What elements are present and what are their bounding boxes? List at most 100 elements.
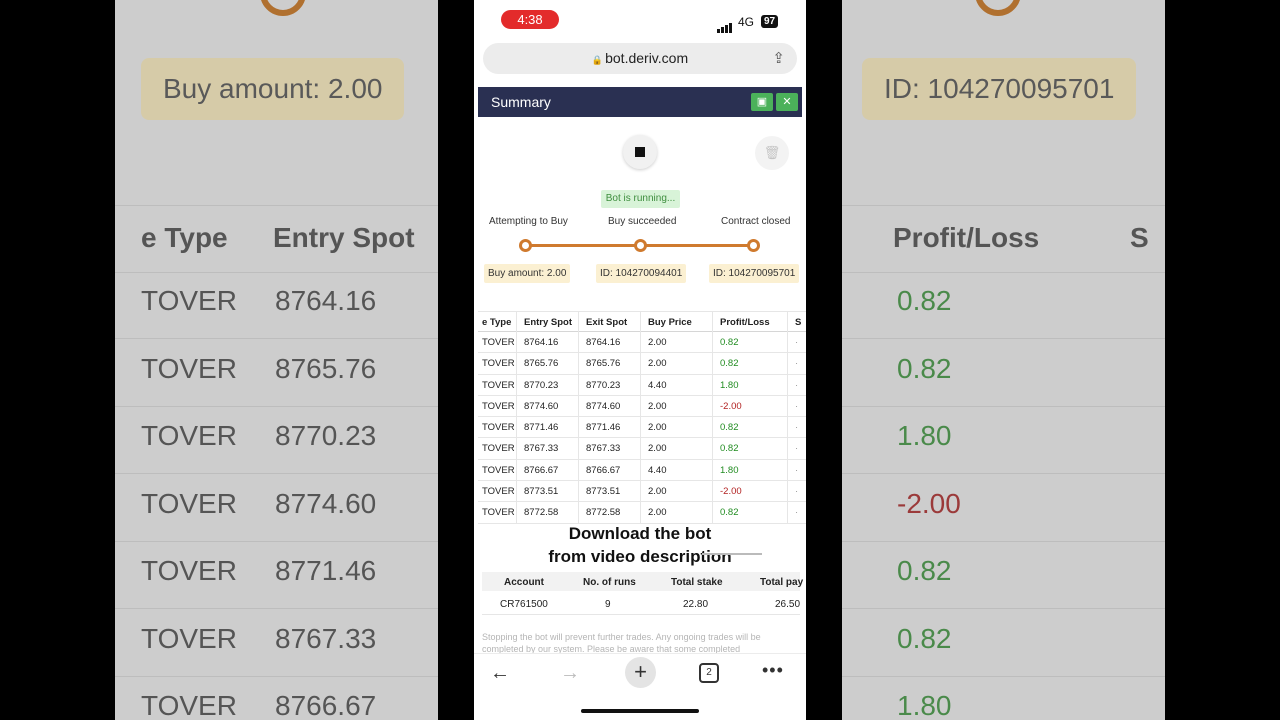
forward-arrow-icon[interactable]: → — [560, 662, 580, 685]
more-menu-icon[interactable]: ••• — [762, 660, 784, 681]
save-icon: ▣ — [756, 96, 768, 108]
stop-icon — [635, 147, 645, 157]
table-row: TOVER 8772.58 8772.58 2.00 0.82 · — [478, 502, 806, 524]
table-row: TOVER 8765.76 8765.76 2.00 0.82 · — [478, 353, 806, 375]
step-label-contract-closed: Contract closed — [721, 216, 791, 227]
cell-status-truncated: · — [795, 464, 799, 476]
progress-node-2 — [634, 239, 647, 252]
table-row: TOVER 8770.23 8770.23 4.40 1.80 · — [478, 375, 806, 396]
address-bar[interactable]: 🔒 bot.deriv.com ⇪ — [483, 43, 797, 74]
contract-id-badge-1: ID: 104270094401 — [596, 264, 687, 283]
bg-buy-amount-badge: Buy amount: 2.00 — [141, 58, 405, 120]
cell-entry-spot: 8765.76 — [524, 358, 559, 370]
bg-cell-entry-spot: 8766.67 — [275, 690, 377, 720]
bg-cell-profit-loss: 0.82 — [897, 555, 952, 586]
cell-exit-spot: 8771.46 — [586, 422, 621, 434]
bg-cell-profit-loss: 0.82 — [897, 622, 952, 654]
table-row: TOVER 8774.60 8774.60 2.00 -2.00 · — [478, 396, 806, 418]
summary-header: Summary ▣ ✕ — [478, 87, 802, 117]
cell-exit-spot: 8773.51 — [586, 486, 621, 498]
progress-node-1 — [519, 239, 532, 252]
cell-type: TOVER — [482, 422, 515, 434]
stats-header-account: Account — [504, 577, 544, 588]
cell-exit-spot: 8764.16 — [586, 337, 621, 348]
cell-profit-loss: 0.82 — [720, 443, 739, 455]
new-tab-button[interactable]: + — [625, 657, 656, 688]
cell-buy-price: 2.00 — [648, 486, 667, 498]
summary-title: Summary — [491, 94, 551, 110]
cell-type: TOVER — [482, 358, 515, 370]
table-header-row: e Type Entry Spot Exit Spot Buy Price Pr… — [478, 311, 806, 332]
header-entry-spot: Entry Spot — [524, 317, 573, 328]
cell-type: TOVER — [482, 379, 515, 391]
step-label-attempting: Attempting to Buy — [489, 216, 568, 227]
table-row: TOVER 8766.67 8766.67 4.40 1.80 · — [478, 460, 806, 482]
cell-entry-spot: 8767.33 — [524, 443, 559, 455]
stats-header-runs: No. of runs — [583, 577, 636, 588]
header-profit-loss: Profit/Loss — [720, 317, 770, 328]
bg-cell-type: TOVER — [141, 420, 237, 451]
cell-profit-loss: 0.82 — [720, 337, 739, 348]
battery-indicator: 97 — [761, 15, 779, 28]
table-row: TOVER 8764.16 8764.16 2.00 0.82 · — [478, 332, 806, 354]
contract-id-badge-2: ID: 104270095701 — [709, 264, 800, 283]
cell-profit-loss: 1.80 — [720, 464, 739, 476]
caption-line-2: from video description — [548, 547, 732, 566]
close-button[interactable]: ✕ — [776, 93, 798, 111]
status-time: 4:38 — [501, 10, 559, 29]
cell-buy-price: 4.40 — [648, 464, 667, 476]
cell-buy-price: 2.00 — [648, 358, 667, 370]
cell-entry-spot: 8772.58 — [524, 507, 559, 519]
url-text: bot.deriv.com — [605, 50, 689, 66]
cell-exit-spot: 8770.23 — [586, 379, 621, 391]
header-exit-spot: Exit Spot — [586, 317, 628, 328]
bg-header-type: e Type — [141, 222, 228, 253]
cell-status-truncated: · — [795, 358, 799, 370]
clear-stats-button[interactable]: 🗑 — [755, 136, 789, 170]
cell-exit-spot: 8774.60 — [586, 400, 621, 412]
cell-type: TOVER — [482, 400, 515, 412]
cell-type: TOVER — [482, 507, 515, 519]
stats-runs: 9 — [605, 599, 611, 610]
stats-payout: 26.50 — [775, 599, 801, 610]
stop-bot-button[interactable] — [623, 135, 657, 169]
share-icon[interactable]: ⇪ — [772, 49, 785, 67]
network-type: 4G — [738, 15, 755, 29]
cell-entry-spot: 8770.23 — [524, 379, 559, 391]
step-label-buy-succeeded: Buy succeeded — [608, 216, 677, 227]
buy-amount-badge: Buy amount: 2.00 — [484, 264, 571, 283]
bg-cell-profit-loss: 1.80 — [897, 420, 952, 451]
cell-type: TOVER — [482, 443, 515, 455]
bg-cell-type: TOVER — [141, 555, 237, 586]
cell-status-truncated: · — [795, 422, 799, 434]
table-row: TOVER 8773.51 8773.51 2.00 -2.00 · — [478, 481, 806, 503]
cell-profit-loss: 0.82 — [720, 358, 739, 370]
signal-icon — [717, 15, 733, 33]
progress-node-3 — [747, 239, 760, 252]
cell-type: TOVER — [482, 486, 515, 498]
home-indicator — [581, 709, 699, 713]
stats-header-stake: Total stake — [671, 577, 723, 588]
bg-cell-type: TOVER — [141, 622, 237, 654]
tabs-button[interactable]: 2 — [699, 663, 719, 683]
bg-header-status: S — [1130, 222, 1149, 253]
video-caption: Download the bot from video description — [474, 522, 806, 568]
cell-entry-spot: 8764.16 — [524, 337, 559, 348]
stats-account: CR761500 — [500, 599, 548, 610]
stats-row: CR761500 9 22.80 26.50 — [482, 591, 800, 615]
cell-type: TOVER — [482, 337, 515, 348]
stats-header-row: Account No. of runs Total stake Total pa… — [482, 572, 803, 591]
save-button[interactable]: ▣ — [751, 93, 773, 111]
header-status: S — [795, 317, 802, 328]
cell-buy-price: 2.00 — [648, 337, 667, 348]
back-arrow-icon[interactable]: ← — [490, 662, 510, 685]
cell-profit-loss: -2.00 — [720, 486, 742, 498]
cell-status-truncated: · — [795, 337, 799, 348]
cell-status-truncated: · — [795, 507, 799, 519]
cell-buy-price: 2.00 — [648, 400, 667, 412]
cell-entry-spot: 8773.51 — [524, 486, 559, 498]
cell-profit-loss: 0.82 — [720, 422, 739, 434]
cell-exit-spot: 8767.33 — [586, 443, 621, 455]
cell-entry-spot: 8774.60 — [524, 400, 559, 412]
cell-buy-price: 2.00 — [648, 443, 667, 455]
